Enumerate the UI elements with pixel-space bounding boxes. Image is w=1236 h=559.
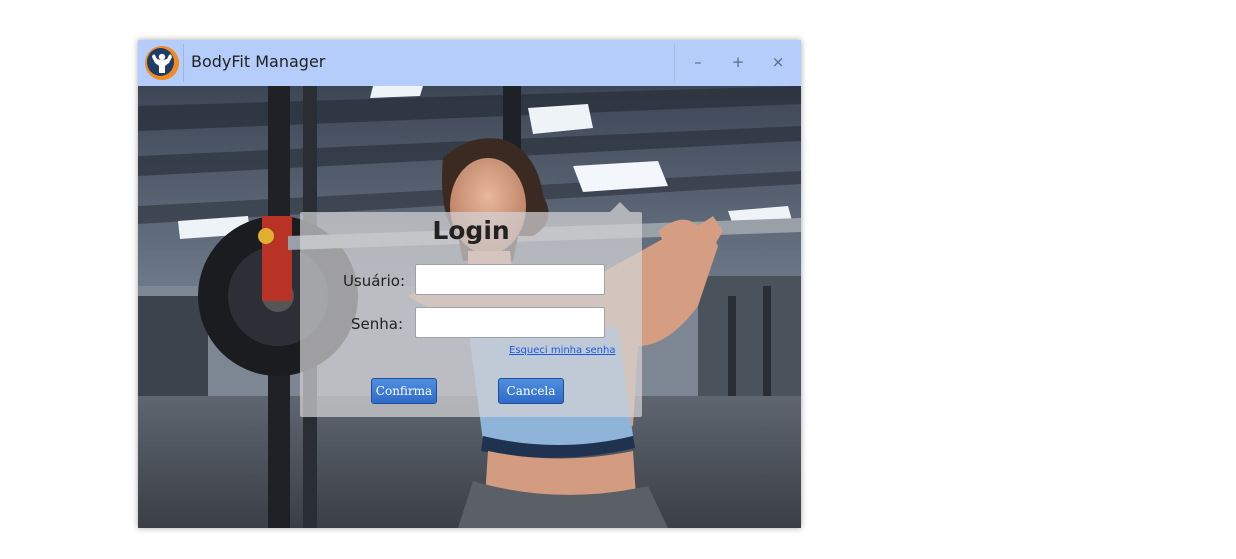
minimize-button[interactable]: – xyxy=(686,50,710,74)
panel-notch xyxy=(610,202,630,212)
controls-divider xyxy=(674,44,675,82)
maximize-button[interactable]: + xyxy=(726,50,750,74)
app-window: BodyFit Manager – + × Login Usuário: Sen… xyxy=(138,40,801,528)
login-panel: Login Usuário: Senha: Esqueci minha senh… xyxy=(300,212,642,417)
window-title: BodyFit Manager xyxy=(191,52,326,71)
forgot-password-link[interactable]: Esqueci minha senha xyxy=(509,345,616,356)
password-input[interactable] xyxy=(415,307,605,338)
password-label: Senha: xyxy=(350,315,403,333)
close-button[interactable]: × xyxy=(766,50,790,74)
confirm-button[interactable]: Confirma xyxy=(371,378,437,404)
logo-divider xyxy=(183,44,184,82)
username-label: Usuário: xyxy=(342,272,405,290)
cancel-button[interactable]: Cancela xyxy=(498,378,564,404)
app-logo-icon xyxy=(145,46,179,80)
login-title: Login xyxy=(432,216,510,245)
title-bar[interactable]: BodyFit Manager – + × xyxy=(138,40,801,87)
username-input[interactable] xyxy=(415,264,605,295)
